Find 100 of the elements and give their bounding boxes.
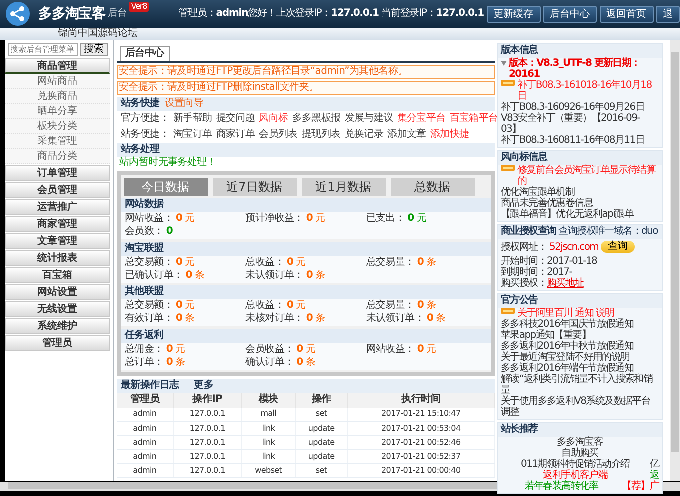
news-item[interactable]: 【跟单福音】优化无返利api跟单 bbox=[501, 208, 634, 220]
news-item[interactable]: 解读“返利类引流销量不计入搜索和销量 bbox=[501, 374, 659, 396]
column-header: 操作IP bbox=[173, 392, 242, 408]
header-button[interactable]: 后台中心 bbox=[543, 6, 597, 22]
news-item[interactable]: 多多返利2016年端午节放假通知 bbox=[501, 362, 634, 374]
table-cell: update bbox=[295, 422, 348, 436]
section-title: 商业授权查询 bbox=[501, 226, 556, 238]
stat-unit: 条 bbox=[306, 356, 316, 368]
sidebar-item[interactable]: 晒单分享 bbox=[5, 104, 110, 119]
news-item[interactable]: 补丁B08.3-160926-16年09月26日 bbox=[501, 102, 644, 112]
license-note: 查询授权唯一域名：duo bbox=[558, 226, 658, 238]
recommend-link[interactable]: 自助购买 bbox=[501, 448, 659, 458]
sidebar-item[interactable]: 兑换商品 bbox=[5, 89, 110, 104]
recommend-link[interactable]: 返利手机客户端 bbox=[501, 470, 650, 480]
section-title: 版本信息 bbox=[498, 44, 662, 58]
shortcut-link[interactable]: 淘宝订单 bbox=[174, 129, 212, 141]
header-button[interactable]: 更新缓存 bbox=[486, 6, 540, 22]
stat-value: 0 bbox=[408, 213, 414, 225]
news-item[interactable]: 关于最近淘宝登陆不好用的说明 bbox=[501, 352, 630, 362]
logo-title: 多多淘宝客 bbox=[38, 6, 106, 22]
stat-label: 总交易量： bbox=[366, 256, 415, 268]
table-cell: admin bbox=[117, 408, 174, 422]
tab[interactable]: 后台中心 bbox=[120, 46, 170, 60]
sidebar-group[interactable]: 商家管理 bbox=[5, 216, 110, 232]
column-header: 执行时间 bbox=[348, 392, 494, 408]
sidebar-item[interactable]: 板块分类 bbox=[5, 119, 110, 134]
shortcut-link[interactable]: 提交问题 bbox=[216, 113, 256, 125]
shortcut-link[interactable]: 风向标 bbox=[259, 113, 288, 125]
shortcut-link[interactable]: 会员列表 bbox=[259, 129, 298, 141]
shortcut-link[interactable]: 商家订单 bbox=[216, 129, 256, 141]
buy-link[interactable]: 购买地址 bbox=[547, 278, 584, 288]
section-title: 任务返利 bbox=[121, 328, 491, 342]
query-button[interactable]: 查询 bbox=[601, 241, 636, 253]
news-item[interactable]: 商品未完善优惠卷信息 bbox=[501, 198, 594, 208]
table-cell: admin bbox=[117, 464, 174, 478]
sidebar-group[interactable]: 统计报表 bbox=[5, 250, 110, 266]
news-item[interactable]: 补丁B08.3-161018-16年10月18日 bbox=[518, 80, 659, 102]
sidebar-group[interactable]: 无线设置 bbox=[5, 301, 110, 317]
stat-value: 0 bbox=[186, 270, 192, 282]
sidebar-item[interactable]: 采集管理 bbox=[5, 134, 110, 149]
sidebar-group[interactable]: 订单管理 bbox=[5, 165, 110, 181]
stat-label: 预计净收益： bbox=[246, 213, 304, 225]
stat-unit: 元 bbox=[185, 256, 195, 268]
table-cell: admin bbox=[117, 422, 174, 436]
stat-value: 0 bbox=[306, 213, 314, 225]
recommend-link[interactable]: 亿 bbox=[650, 458, 659, 470]
data-tab[interactable]: 近7日数据 bbox=[212, 178, 296, 196]
shortcut-link[interactable]: 多多黑板报 bbox=[292, 113, 341, 125]
sidebar-group[interactable]: 会员管理 bbox=[5, 182, 110, 198]
recommend-link[interactable]: 011期领科特促销活动介绍 bbox=[501, 458, 650, 470]
table-cell: 127.0.0.1 bbox=[173, 422, 242, 436]
date-text: 开始时间：2017-01-18 bbox=[501, 256, 598, 266]
shortcut-link[interactable]: 兑换记录 bbox=[344, 129, 384, 141]
sidebar-group[interactable]: 运营推广 bbox=[5, 199, 110, 215]
stat-unit: 元 bbox=[175, 344, 186, 356]
shortcut-link[interactable]: 集分宝平台 bbox=[397, 113, 446, 125]
sidebar-item[interactable]: 商品分类 bbox=[5, 149, 110, 164]
news-item[interactable]: 关于阿里百川 通知 说明 bbox=[518, 308, 614, 318]
news-item[interactable]: 关于使用多多返利V8系统及数据平台调整 bbox=[501, 396, 659, 418]
sidebar-group[interactable]: 系统维护 bbox=[5, 318, 110, 334]
field-label: 购买授权： bbox=[501, 278, 548, 288]
more-link[interactable]: 更多 bbox=[194, 380, 214, 392]
header-button[interactable]: 返回首页 bbox=[600, 6, 654, 22]
recommend-link[interactable]: 若年春装高转化率 bbox=[501, 480, 622, 492]
news-item[interactable]: 优化淘宝跟单机制 bbox=[501, 186, 575, 198]
stat-unit: 条 bbox=[436, 313, 446, 325]
column-header: 模块 bbox=[242, 392, 296, 408]
sidebar-group[interactable]: 百宝箱 bbox=[5, 267, 110, 283]
news-item[interactable]: 修复前台会员淘宝订单显示待结算的 bbox=[518, 164, 659, 186]
shortcut-link[interactable]: 添加快捷 bbox=[430, 129, 470, 141]
data-tab[interactable]: 近1月数据 bbox=[302, 178, 386, 196]
section-title: 其他联盟 bbox=[121, 285, 491, 299]
shortcut-link[interactable]: 添加文章 bbox=[388, 129, 426, 141]
sidebar-group[interactable]: 文章管理 bbox=[5, 233, 110, 249]
news-item[interactable]: 多多科技2016年国庆节放假通知 bbox=[501, 318, 634, 330]
search-button[interactable]: 搜索 bbox=[80, 42, 108, 56]
sidebar-group[interactable]: 商品管理 bbox=[5, 58, 110, 74]
recommend-link[interactable]: 【荐】广 bbox=[622, 480, 659, 492]
table-cell: admin bbox=[117, 450, 174, 464]
data-tab[interactable]: 总数据 bbox=[390, 178, 474, 196]
news-item[interactable]: 苹果app通知【重要】 bbox=[501, 330, 592, 340]
stat-unit: 元 bbox=[185, 300, 195, 312]
stat-label: 总佣金： bbox=[125, 344, 164, 356]
shortcut-link[interactable]: 百宝箱平台 bbox=[450, 113, 498, 125]
shortcut-link[interactable]: 提现列表 bbox=[302, 129, 341, 141]
vertical-scrollbar[interactable] bbox=[670, 40, 680, 481]
sidebar-group[interactable]: 管理员 bbox=[5, 335, 110, 351]
news-item[interactable]: 补丁B08.3-160811-16年08月11日 bbox=[501, 134, 644, 146]
header-button[interactable]: 退 bbox=[656, 6, 680, 22]
stat-label: 总交易量： bbox=[366, 300, 415, 312]
sidebar-group[interactable]: 网站设置 bbox=[5, 284, 110, 300]
news-item[interactable]: V83安全补丁（重要）【2016-09-03】 bbox=[501, 112, 659, 134]
news-item[interactable]: 多多返利2016年中秋节放假通知 bbox=[501, 340, 634, 352]
stat-value: 0 bbox=[296, 356, 304, 368]
search-field[interactable]: 搜索后台管理菜单 bbox=[8, 42, 78, 56]
shortcut-link[interactable]: 新手帮助 bbox=[174, 113, 212, 125]
stat-unit: 条 bbox=[316, 270, 326, 282]
sidebar-item[interactable]: 网站商品 bbox=[5, 74, 110, 89]
shortcut-link[interactable]: 发展与建议 bbox=[344, 113, 394, 125]
recommend-link[interactable]: 多多淘宝客 bbox=[501, 436, 659, 448]
